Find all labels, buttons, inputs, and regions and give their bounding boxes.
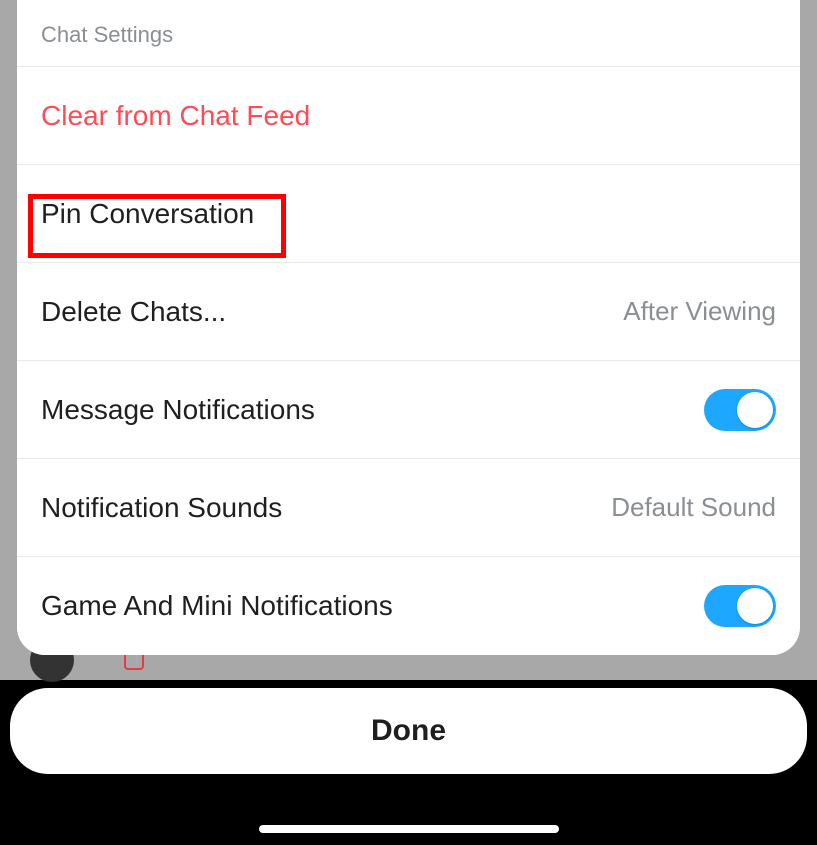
done-button[interactable]: Done <box>10 688 807 774</box>
section-header: Chat Settings <box>17 0 800 67</box>
pin-label: Pin Conversation <box>41 198 254 230</box>
notif-sounds-value: Default Sound <box>611 492 776 523</box>
pin-conversation-row[interactable]: Pin Conversation <box>17 165 800 263</box>
toggle-knob <box>737 392 773 428</box>
done-label: Done <box>371 714 446 748</box>
delete-value: After Viewing <box>623 296 776 327</box>
clear-from-chat-feed-row[interactable]: Clear from Chat Feed <box>17 67 800 165</box>
toggle-knob <box>737 588 773 624</box>
message-notifications-row[interactable]: Message Notifications <box>17 361 800 459</box>
clear-label: Clear from Chat Feed <box>41 100 310 132</box>
game-mini-notifications-toggle[interactable] <box>704 585 776 627</box>
msg-notifs-label: Message Notifications <box>41 394 315 426</box>
game-notifs-label: Game And Mini Notifications <box>41 590 393 622</box>
game-mini-notifications-row[interactable]: Game And Mini Notifications <box>17 557 800 655</box>
notif-sounds-label: Notification Sounds <box>41 492 282 524</box>
message-notifications-toggle[interactable] <box>704 389 776 431</box>
section-title: Chat Settings <box>41 22 173 47</box>
notification-sounds-row[interactable]: Notification Sounds Default Sound <box>17 459 800 557</box>
delete-label: Delete Chats... <box>41 296 226 328</box>
chat-settings-sheet: Chat Settings Clear from Chat Feed Pin C… <box>17 0 800 655</box>
delete-chats-row[interactable]: Delete Chats... After Viewing <box>17 263 800 361</box>
home-indicator <box>259 825 559 833</box>
